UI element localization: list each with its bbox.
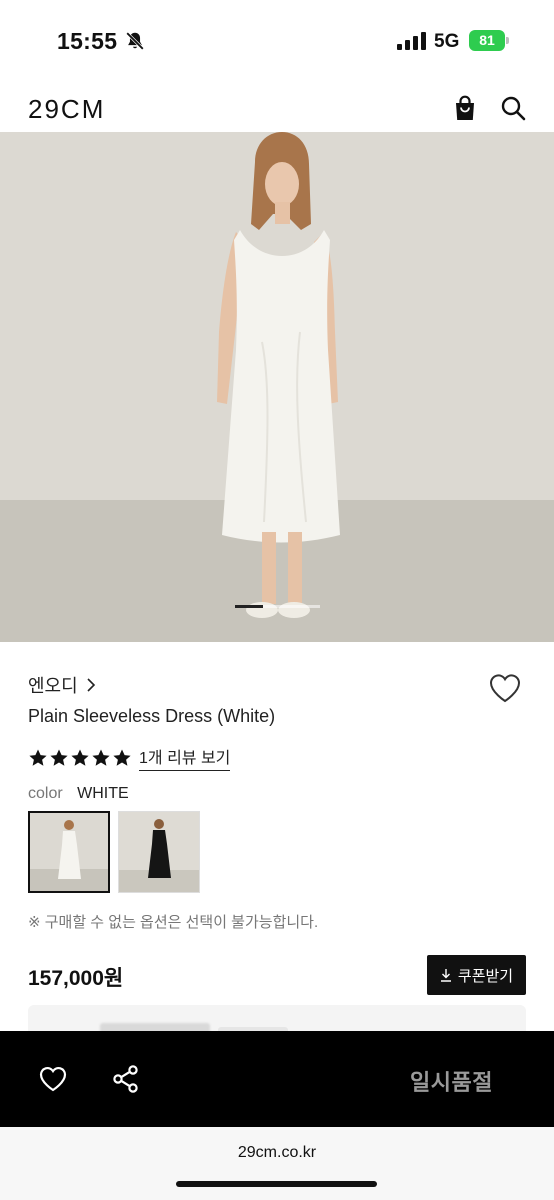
- star-icon: [113, 749, 131, 766]
- rating-stars: [28, 748, 132, 768]
- option-notice: ※ 구매할 수 없는 옵션은 선택이 불가능합니다.: [28, 914, 319, 931]
- status-time: 15:55: [57, 28, 118, 54]
- shopping-bag-icon[interactable]: [453, 95, 477, 121]
- browser-url-bar: 29cm.co.kr: [0, 1127, 554, 1200]
- star-icon: [92, 749, 110, 766]
- download-icon: [440, 969, 451, 982]
- battery-level: 81: [479, 32, 495, 48]
- home-indicator[interactable]: [176, 1181, 377, 1187]
- heart-icon[interactable]: [38, 1064, 68, 1094]
- brand-link[interactable]: 엔오디: [28, 672, 96, 698]
- color-option-white[interactable]: [28, 811, 110, 893]
- product-image[interactable]: [0, 132, 554, 642]
- price: 157,000원: [28, 967, 124, 990]
- brand-name: 엔오디: [28, 676, 78, 696]
- color-option-black[interactable]: [118, 811, 200, 893]
- review-link[interactable]: 1개 리뷰 보기: [139, 744, 231, 771]
- star-icon: [29, 749, 47, 766]
- chevron-right-icon: [87, 678, 95, 692]
- star-icon: [71, 749, 89, 766]
- bottom-action-bar: 일시품절: [0, 1031, 554, 1127]
- network-type: 5G: [434, 31, 460, 52]
- thumbnail-white-image: [30, 813, 108, 891]
- share-icon[interactable]: [111, 1064, 141, 1094]
- app-header: 29CM: [0, 80, 554, 132]
- wishlist-heart-icon[interactable]: [488, 672, 522, 704]
- star-icon: [50, 749, 68, 766]
- search-icon[interactable]: [500, 95, 526, 121]
- signal-icon: [397, 32, 426, 50]
- carousel-indicator: [235, 605, 320, 608]
- thumbnail-black-image: [119, 812, 199, 892]
- color-label: color: [28, 785, 63, 802]
- url-text[interactable]: 29cm.co.kr: [0, 1144, 554, 1162]
- coupon-label: 쿠폰받기: [457, 967, 514, 985]
- product-title: Plain Sleeveless Dress (White): [28, 706, 276, 726]
- status-bar: 15:55 5G 81: [0, 0, 554, 80]
- soldout-button[interactable]: 일시품절: [410, 1065, 493, 1097]
- coupon-button[interactable]: 쿠폰받기: [427, 955, 526, 995]
- logo[interactable]: 29CM: [28, 94, 105, 125]
- color-row: color WHITE: [28, 785, 129, 803]
- bell-slash-icon: [126, 32, 144, 50]
- rating-row: 1개 리뷰 보기: [28, 744, 231, 771]
- battery-icon: 81: [469, 30, 509, 51]
- color-value: WHITE: [77, 785, 129, 802]
- carousel-active-bar: [235, 605, 264, 608]
- model-photo: [0, 132, 554, 642]
